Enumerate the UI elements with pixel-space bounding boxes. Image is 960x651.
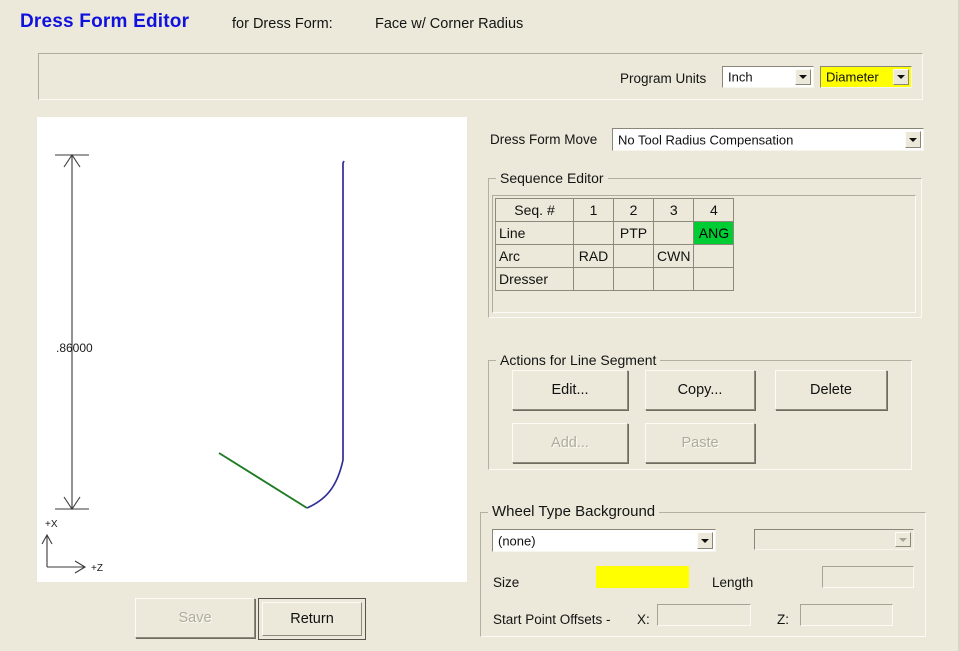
length-input	[822, 566, 914, 588]
cell-line-2[interactable]: PTP	[613, 221, 654, 245]
cell-dresser-4[interactable]	[693, 267, 735, 291]
offset-z-label: Z:	[777, 612, 789, 627]
dress-form-move-value: No Tool Radius Compensation	[618, 132, 794, 147]
column-header-1: 1	[573, 198, 614, 222]
dimension-annotation	[55, 154, 89, 510]
table-row[interactable]: Dresser	[495, 267, 735, 291]
add-button-label: Add...	[551, 434, 589, 451]
axis-z-label: +Z	[91, 563, 103, 574]
paste-button-label: Paste	[681, 434, 719, 451]
table-header-row: Seq. # 1 2 3 4	[495, 198, 735, 222]
chevron-down-icon[interactable]	[905, 131, 921, 148]
delete-button[interactable]: Delete	[775, 370, 887, 410]
edit-button[interactable]: Edit...	[512, 370, 628, 410]
column-header-2: 2	[613, 198, 654, 222]
cell-arc-3[interactable]: CWN	[652, 244, 695, 268]
cell-arc-1[interactable]: RAD	[573, 244, 614, 268]
actions-group-title: Actions for Line Segment	[496, 352, 661, 368]
cell-dresser-3[interactable]	[652, 267, 695, 291]
dress-form-move-select[interactable]: No Tool Radius Compensation	[612, 128, 924, 151]
axis-x-label: +X	[45, 519, 58, 530]
dress-form-move-label: Dress Form Move	[490, 132, 598, 147]
dimension-label: .86000	[56, 341, 93, 355]
program-units-select[interactable]: Inch	[722, 66, 814, 88]
title-bar: Dress Form Editor for Dress Form: Face w…	[0, 0, 958, 44]
sequence-editor-title: Sequence Editor	[496, 170, 608, 186]
offset-z-input	[800, 604, 893, 626]
dress-form-label: for Dress Form:	[232, 16, 333, 32]
sequence-table-panel: Seq. # 1 2 3 4 Line PTP ANG Arc RAD CWN …	[492, 195, 916, 313]
edit-button-label: Edit...	[551, 381, 589, 398]
return-button[interactable]: Return	[258, 598, 366, 640]
row-label-dresser: Dresser	[495, 267, 574, 291]
chevron-down-icon[interactable]	[795, 69, 811, 85]
cell-arc-2[interactable]	[613, 244, 654, 268]
sequence-corner-header: Seq. #	[495, 198, 574, 222]
cell-dresser-1[interactable]	[573, 267, 614, 291]
program-units-value: Inch	[728, 69, 753, 85]
column-header-3: 3	[652, 198, 695, 222]
program-units-label: Program Units	[620, 71, 707, 86]
return-button-label: Return	[290, 610, 334, 627]
column-header-4: 4	[693, 198, 735, 222]
chevron-down-icon[interactable]	[697, 532, 713, 549]
copy-button[interactable]: Copy...	[645, 370, 755, 410]
diameter-mode-value: Diameter	[826, 69, 879, 85]
profile-vertical-line	[342, 160, 345, 460]
sequence-table[interactable]: Seq. # 1 2 3 4 Line PTP ANG Arc RAD CWN …	[495, 198, 735, 291]
wheel-type-secondary-select	[754, 529, 914, 550]
length-label: Length	[712, 575, 754, 590]
table-row[interactable]: Arc RAD CWN	[495, 244, 735, 268]
axis-indicator	[41, 533, 87, 574]
save-button-label: Save	[178, 609, 212, 626]
offset-x-label: X:	[637, 612, 650, 627]
add-button: Add...	[512, 423, 628, 463]
size-input[interactable]	[596, 566, 689, 588]
copy-button-label: Copy...	[677, 381, 723, 398]
wheel-type-value: (none)	[498, 533, 536, 548]
offset-x-input	[657, 604, 751, 626]
delete-button-label: Delete	[810, 381, 852, 398]
row-label-arc: Arc	[495, 244, 574, 268]
table-row[interactable]: Line PTP ANG	[495, 221, 735, 245]
cell-dresser-2[interactable]	[613, 267, 654, 291]
diameter-mode-select[interactable]: Diameter	[820, 66, 912, 88]
dress-form-name: Face w/ Corner Radius	[375, 16, 524, 32]
chevron-down-icon	[895, 532, 911, 547]
wheel-type-select[interactable]: (none)	[492, 529, 716, 552]
cell-line-4[interactable]: ANG	[693, 221, 735, 245]
chevron-down-icon[interactable]	[893, 69, 909, 85]
cell-arc-4[interactable]	[693, 244, 735, 268]
cell-line-1[interactable]	[573, 221, 614, 245]
profile-angled-segment	[218, 452, 308, 509]
dress-form-editor-window: Dress Form Editor for Dress Form: Face w…	[0, 0, 960, 651]
dress-form-preview-canvas[interactable]: .86000 +X +Z	[37, 117, 467, 582]
wheel-type-background-title: Wheel Type Background	[488, 503, 660, 520]
save-button: Save	[135, 598, 255, 638]
start-point-offsets-label: Start Point Offsets -	[493, 612, 611, 627]
row-label-line: Line	[495, 221, 574, 245]
paste-button: Paste	[645, 423, 755, 463]
size-label: Size	[493, 575, 520, 590]
cell-line-3[interactable]	[652, 221, 695, 245]
page-title: Dress Form Editor	[20, 11, 190, 32]
profile-corner-arc	[306, 459, 344, 509]
